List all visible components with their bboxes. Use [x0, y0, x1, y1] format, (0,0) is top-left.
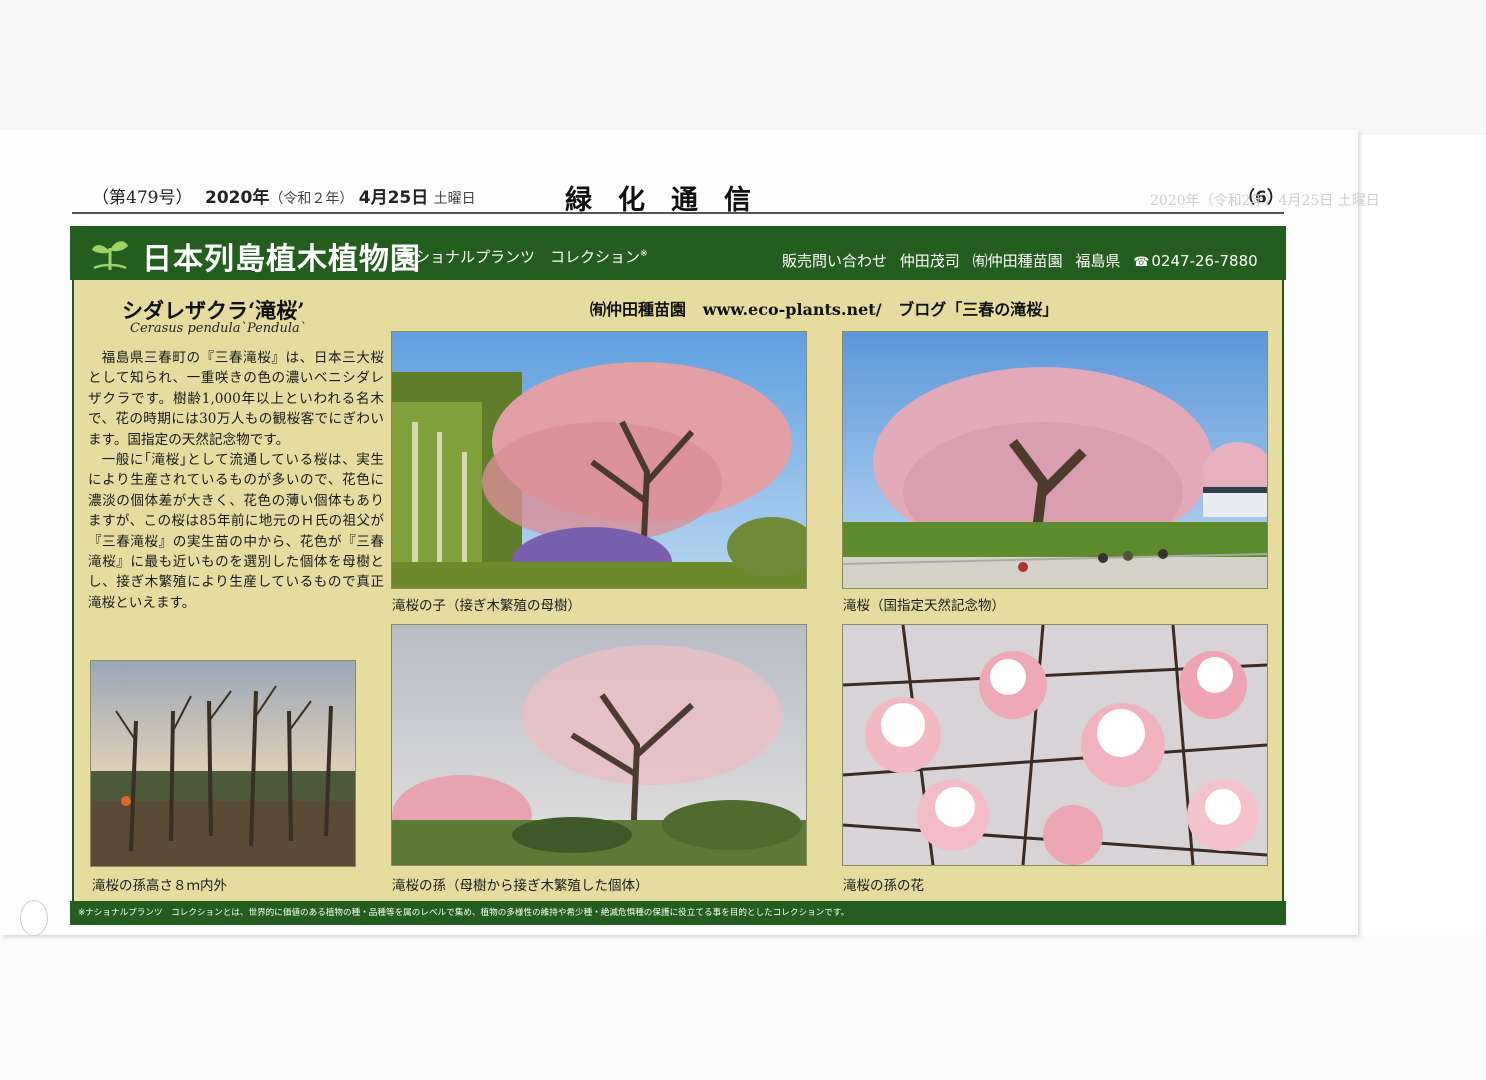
- newspaper-title: 緑化通信: [565, 185, 777, 216]
- issue-day: 4月25日: [358, 188, 429, 208]
- contact-company: ㈲仲田種苗園: [972, 252, 1063, 270]
- photo-mother-tree-image: [392, 332, 806, 588]
- site-company: ㈲仲田種苗園: [590, 300, 687, 319]
- issue-era: （令和２年）: [269, 191, 354, 207]
- photo-takizakura-image: [843, 332, 1267, 588]
- banner-contact: 販売問い合わせ 仲田茂司 ㈲仲田種苗園 福島県 ☎ 0247-26-7880: [782, 250, 1258, 271]
- photo-grafted-tree: [391, 624, 807, 866]
- article-latin-name: Cerasus pendula`Pendula`: [130, 321, 307, 336]
- telephone-icon: ☎: [1133, 255, 1150, 270]
- photo-takizakura: [842, 331, 1268, 589]
- photo-young-trees-image: [91, 661, 355, 866]
- photo-caption-mother-tree: 滝桜の子（接ぎ木繁殖の母樹）: [392, 598, 581, 614]
- photo-blossoms-image: [843, 625, 1267, 865]
- banner-subtitle: ナショナルプランツ コレクション※: [400, 246, 648, 267]
- footer-note-text: ※ナショナルプランツ コレクションとは、世界的に価値のある植物の種・品種等を属の…: [78, 908, 850, 918]
- contact-person: 仲田茂司: [899, 252, 960, 270]
- contact-prefecture: 福島県: [1075, 252, 1121, 270]
- issue-year: 2020年: [205, 188, 270, 208]
- issue-weekday: 土曜日: [433, 191, 476, 207]
- photo-blossoms: [842, 624, 1268, 866]
- sprout-logo-icon: [92, 241, 128, 271]
- issue-date: 2020年（令和２年） 4月25日 土曜日: [205, 183, 476, 211]
- footer-note: ※ナショナルプランツ コレクションとは、世界的に価値のある植物の種・品種等を属の…: [70, 901, 1286, 925]
- photo-caption-young-trees: 滝桜の孫高さ８ｍ内外: [92, 878, 227, 894]
- phone-number: 0247-26-7880: [1151, 252, 1258, 270]
- article-paragraph-2: 一般に｢滝桜｣として流通している桜は、実生により生産されているものが多いので、花…: [88, 452, 384, 611]
- issue-number: （第479号）: [92, 188, 193, 208]
- banner-title: 日本列島植木植物園: [142, 242, 421, 277]
- photo-caption-takizakura: 滝桜（国指定天然記念物）: [843, 598, 1005, 614]
- photo-caption-grafted-tree: 滝桜の孫（母樹から接ぎ木繁殖した個体）: [392, 878, 649, 894]
- photo-young-trees: [90, 660, 356, 867]
- photo-caption-blossoms: 滝桜の孫の花: [843, 878, 924, 894]
- website-line: ㈲仲田種苗園 www.eco-plants.net/ ブログ「三春の滝桜」: [590, 296, 1058, 320]
- masthead-rule: [72, 212, 1284, 214]
- contact-phone: ☎ 0247-26-7880: [1133, 252, 1257, 270]
- contact-label: 販売問い合わせ: [782, 252, 888, 270]
- feature-banner: 日本列島植木植物園 ナショナルプランツ コレクション※ 販売問い合わせ 仲田茂司…: [70, 226, 1286, 280]
- photo-grafted-tree-image: [392, 625, 806, 865]
- scan-background-bottom: [0, 935, 1486, 1080]
- banner-subtitle-mark: ※: [640, 249, 648, 259]
- article-paragraph-1: 福島県三春町の『三春滝桜』は、日本三大桜として知られ、一重咲きの色の濃いベニシダ…: [88, 350, 384, 448]
- article-body: 福島県三春町の『三春滝桜』は、日本三大桜として知られ、一重咲きの色の濃いベニシダ…: [88, 348, 384, 613]
- binder-hole: [20, 900, 48, 936]
- banner-subtitle-text: ナショナルプランツ コレクション: [400, 248, 641, 266]
- site-blog: ブログ「三春の滝桜」: [898, 300, 1059, 319]
- site-url[interactable]: www.eco-plants.net/: [703, 300, 882, 319]
- scan-background-top: [0, 0, 1486, 135]
- bleed-through-text: 2020年（令和2年）4月25日 土曜日: [1150, 193, 1380, 209]
- photo-mother-tree: [391, 331, 807, 589]
